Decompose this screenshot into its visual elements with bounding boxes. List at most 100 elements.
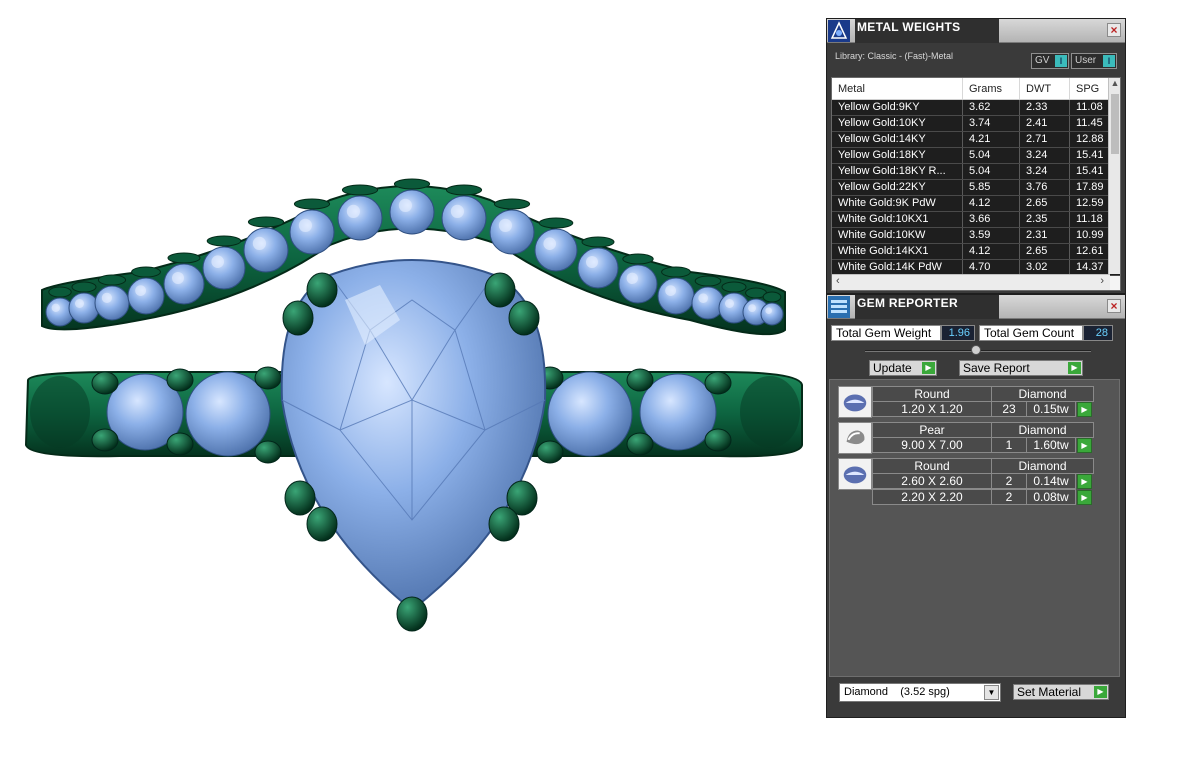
close-icon[interactable]: ×	[1107, 299, 1121, 313]
dropdown-arrow-icon[interactable]: ▼	[984, 685, 999, 700]
table-cell: 5.04	[963, 164, 1020, 179]
table-row[interactable]: Yellow Gold:10KY 3.74 2.41 11.45	[832, 116, 1120, 132]
band-stone	[441, 195, 487, 241]
scroll-left-icon[interactable]: ‹	[836, 275, 840, 287]
scroll-thumb[interactable]	[1111, 94, 1119, 154]
gem-size: 9.00 X 7.00	[872, 437, 992, 453]
table-row[interactable]: Yellow Gold:14KY 4.21 2.71 12.88	[832, 132, 1120, 148]
table-row[interactable]: White Gold:10KW 3.59 2.31 10.99	[832, 228, 1120, 244]
column-header-dwt[interactable]: DWT	[1020, 78, 1070, 99]
band-stone	[127, 277, 165, 315]
band-stone	[691, 286, 725, 320]
table-cell: 3.62	[963, 100, 1020, 115]
save-report-button[interactable]: Save Report ▶	[959, 360, 1083, 376]
save-report-button-label: Save Report	[963, 361, 1030, 375]
panel-slider[interactable]	[865, 345, 1091, 355]
gem-count: 1	[991, 437, 1027, 453]
table-cell: 5.85	[963, 180, 1020, 195]
table-cell: 11.45	[1070, 116, 1110, 131]
gem-thumbnail-icon	[838, 422, 872, 454]
stone-highlight	[172, 272, 184, 284]
band-stone	[243, 227, 289, 273]
stone-highlight	[298, 218, 312, 232]
table-row[interactable]: White Gold:9K PdW 4.12 2.65 12.59	[832, 196, 1120, 212]
user-toggle[interactable]: User I	[1071, 53, 1117, 69]
gem-reporter-icon	[828, 296, 850, 318]
band-stone	[760, 302, 784, 326]
gem-reporter-titlebar[interactable]: GEM REPORTER ×	[827, 295, 1125, 319]
table-cell: 2.33	[1020, 100, 1070, 115]
column-header-spg[interactable]: SPG	[1070, 78, 1110, 99]
table-cell: 4.12	[963, 196, 1020, 211]
band-stone	[618, 264, 658, 304]
stone-highlight	[626, 272, 638, 284]
table-body: Yellow Gold:9KY 3.62 2.33 11.08 Yellow Gold:…	[832, 100, 1120, 276]
slider-knob[interactable]	[971, 345, 981, 355]
table-row[interactable]: Yellow Gold:18KY R... 5.04 3.24 15.41	[832, 164, 1120, 180]
gem-weight: 0.15tw	[1026, 401, 1076, 417]
band-prong	[293, 198, 331, 210]
total-gem-weight-value: 1.96	[941, 325, 975, 341]
band-stone	[577, 247, 619, 289]
table-cell: 17.89	[1070, 180, 1110, 195]
table-cell: 4.21	[963, 132, 1020, 147]
gem-group[interactable]: Round Diamond 2.60 X 2.60 2 0.14tw ▶ 2.2…	[838, 458, 1094, 508]
play-icon[interactable]: ▶	[1077, 490, 1092, 505]
set-material-button-label: Set Material	[1017, 685, 1082, 699]
stone-highlight	[211, 255, 224, 268]
table-cell: 15.41	[1070, 148, 1110, 163]
scroll-up-icon[interactable]: ▲	[1109, 78, 1120, 92]
table-row[interactable]: White Gold:10KX1 3.66 2.35 11.18	[832, 212, 1120, 228]
band-prong	[445, 184, 483, 196]
table-cell: 3.24	[1020, 148, 1070, 163]
material-select[interactable]: Diamond (3.52 spg) ▼	[839, 683, 1001, 702]
vertical-scrollbar[interactable]: ▲	[1108, 78, 1120, 274]
model-viewport[interactable]	[0, 0, 820, 762]
table-cell: 3.76	[1020, 180, 1070, 195]
table-row[interactable]: Yellow Gold:22KY 5.85 3.76 17.89	[832, 180, 1120, 196]
stone-highlight	[586, 256, 598, 268]
gem-reporter-panel: GEM REPORTER × Total Gem Weight 1.96 Tot…	[826, 294, 1126, 718]
metal-weights-titlebar[interactable]: METAL WEIGHTS ×	[827, 19, 1125, 43]
total-gem-count-value: 28	[1083, 325, 1113, 341]
play-icon[interactable]: ▶	[1077, 438, 1092, 453]
center-prong	[282, 300, 314, 336]
table-cell: Yellow Gold:18KY R...	[832, 164, 963, 179]
column-header-metal[interactable]: Metal	[832, 78, 963, 99]
gem-group[interactable]: Round Diamond 1.20 X 1.20 23 0.15tw ▶	[838, 386, 1094, 420]
table-cell: 12.61	[1070, 244, 1110, 259]
table-cell: 3.02	[1020, 260, 1070, 275]
side-prong	[254, 366, 282, 390]
metal-weights-icon	[828, 20, 850, 42]
band-stone	[94, 285, 130, 321]
band-prong	[71, 281, 97, 293]
center-prong	[306, 506, 338, 542]
band-stone	[289, 209, 335, 255]
table-cell: 14.37	[1070, 260, 1110, 275]
play-icon[interactable]: ▶	[1077, 474, 1092, 489]
band-stone	[163, 263, 205, 305]
table-row[interactable]: Yellow Gold:9KY 3.62 2.33 11.08	[832, 100, 1120, 116]
horizontal-scrollbar[interactable]: ‹ ›	[832, 274, 1110, 290]
table-cell: White Gold:9K PdW	[832, 196, 963, 211]
gem-group[interactable]: Pear Diamond 9.00 X 7.00 1 1.60tw ▶	[838, 422, 1094, 456]
scroll-right-icon[interactable]: ›	[1100, 275, 1104, 287]
table-row[interactable]: Yellow Gold:18KY 5.04 3.24 15.41	[832, 148, 1120, 164]
gem-cut: Round	[872, 458, 992, 474]
metal-weights-title: METAL WEIGHTS	[855, 19, 999, 43]
table-cell: 2.65	[1020, 244, 1070, 259]
gem-thumbnail-icon	[838, 458, 872, 490]
band-stone	[534, 228, 578, 272]
side-prong	[254, 440, 282, 464]
gv-toggle[interactable]: GV I	[1031, 53, 1069, 69]
gem-list: Round Diamond 1.20 X 1.20 23 0.15tw ▶ Pe…	[829, 379, 1120, 677]
play-icon[interactable]: ▶	[1077, 402, 1092, 417]
table-row[interactable]: White Gold:14KX1 4.12 2.65 12.61	[832, 244, 1120, 260]
band-prong	[167, 252, 201, 264]
close-icon[interactable]: ×	[1107, 23, 1121, 37]
column-header-grams[interactable]: Grams	[963, 78, 1020, 99]
set-material-button[interactable]: Set Material ▶	[1013, 684, 1109, 700]
update-button[interactable]: Update ▶	[869, 360, 937, 376]
table-cell: 2.35	[1020, 212, 1070, 227]
table-cell: White Gold:14K PdW	[832, 260, 963, 275]
